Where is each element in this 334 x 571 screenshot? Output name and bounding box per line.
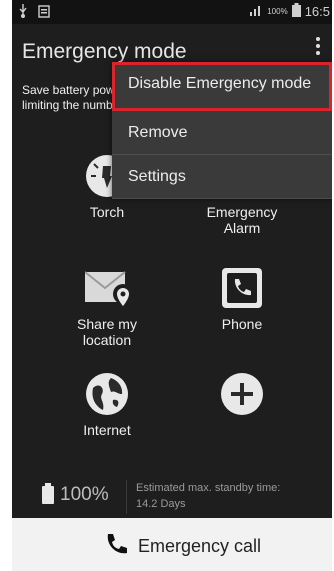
app-label: Share my location	[77, 316, 137, 348]
phone-icon	[220, 266, 264, 310]
menu-item-settings[interactable]: Settings	[112, 155, 332, 199]
battery-icon	[42, 483, 54, 504]
location-icon	[84, 266, 133, 310]
add-icon	[220, 372, 264, 416]
standby-value: 14.2 Days	[136, 498, 186, 510]
signal-icon	[249, 4, 263, 19]
app-internet[interactable]: Internet	[52, 372, 162, 438]
app-label: Internet	[83, 422, 131, 438]
app-label: Emergency Alarm	[206, 204, 278, 236]
app-label: Phone	[221, 316, 263, 332]
app-share-location[interactable]: Share my location	[52, 266, 162, 348]
status-time: 16:5	[304, 4, 330, 19]
status-bar: 100% 16:5	[12, 0, 332, 24]
battery-info: 100% Estimated max. standby time: 14.2 D…	[12, 472, 332, 518]
status-left-icons	[18, 4, 50, 21]
menu-item-disable-emergency-mode[interactable]: Disable Emergency mode	[112, 62, 332, 111]
battery-percent: 100%	[60, 484, 109, 505]
standby-time: Estimated max. standby time: 14.2 Days	[136, 480, 326, 512]
clipboard-icon	[37, 5, 50, 21]
battery-percent-status: 100%	[267, 7, 288, 16]
divider	[126, 480, 127, 514]
app-phone[interactable]: Phone	[187, 266, 297, 332]
status-right: 100% 16:5	[249, 3, 330, 20]
phone-handset-icon	[104, 532, 128, 561]
add-app-button[interactable]	[187, 372, 297, 422]
overflow-dropdown-menu: Disable Emergency mode Remove Settings	[112, 62, 332, 199]
battery-status-icon	[291, 3, 301, 20]
page-title: Emergency mode	[22, 40, 187, 63]
emergency-call-label: Emergency call	[138, 536, 262, 556]
usb-icon	[18, 4, 32, 21]
phone-screen: 100% 16:5 Emergency mode Save battery po…	[12, 0, 332, 571]
emergency-call-button[interactable]: Emergency call	[12, 518, 332, 571]
app-label: Torch	[89, 204, 125, 220]
globe-icon	[85, 372, 129, 416]
emergency-call-content: Emergency call	[104, 532, 261, 561]
standby-label: Estimated max. standby time:	[136, 482, 281, 494]
menu-item-remove[interactable]: Remove	[112, 111, 332, 155]
overflow-menu-icon[interactable]	[312, 34, 324, 64]
